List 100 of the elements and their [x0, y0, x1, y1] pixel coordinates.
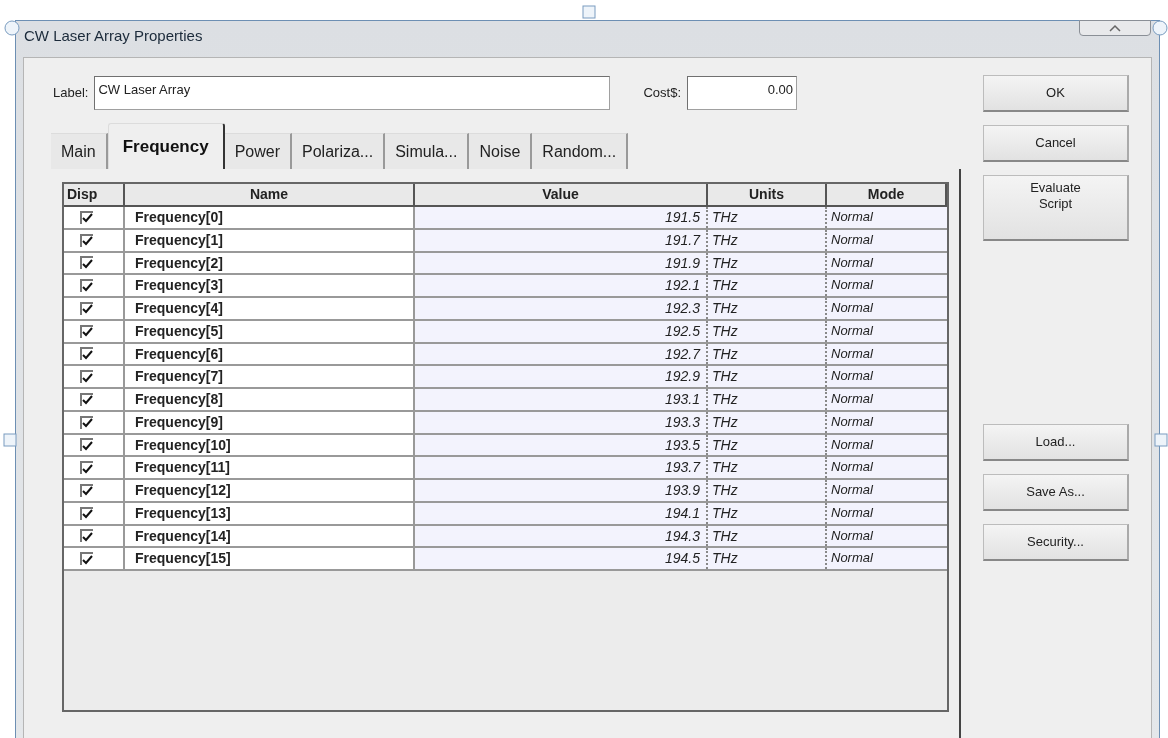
table-cell: Frequency[8]: [125, 389, 415, 410]
table-cell: THz: [708, 229, 827, 251]
table-cell: Normal: [827, 366, 947, 387]
tab[interactable]: Main: [51, 133, 108, 169]
table-cell: Frequency[13]: [125, 502, 415, 524]
table-cell: THz: [708, 343, 827, 365]
table-cell: THz: [708, 548, 827, 569]
table-cell: 192.7: [415, 343, 708, 365]
table-cell: 194.5: [415, 548, 708, 569]
table-cell: THz: [708, 207, 827, 228]
tab[interactable]: Power: [224, 133, 293, 169]
table-cell: THz: [708, 366, 827, 387]
table-cell: Normal: [827, 525, 947, 547]
checkbox[interactable]: [80, 347, 93, 361]
checkbox[interactable]: [80, 552, 93, 566]
table-cell: THz: [708, 275, 827, 296]
table-cell: THz: [708, 502, 827, 524]
checkbox[interactable]: [80, 438, 93, 452]
table-cell: Frequency[12]: [125, 480, 415, 501]
checkbox[interactable]: [80, 483, 93, 497]
table-cell: Frequency[3]: [125, 275, 415, 296]
checkbox[interactable]: [80, 301, 93, 315]
table-cell: 194.1: [415, 502, 708, 524]
selection-handle-icon: [582, 5, 596, 19]
table-cell: THz: [708, 252, 827, 274]
table-cell: Frequency[2]: [125, 252, 415, 274]
table-cell: Normal: [827, 411, 947, 433]
table-cell: Frequency[14]: [125, 525, 415, 547]
selection-handle-icon: [1152, 20, 1168, 36]
table-cell: Normal: [827, 457, 947, 478]
table-cell: 192.9: [415, 366, 708, 387]
table-cell: THz: [708, 298, 827, 319]
checkbox[interactable]: [80, 370, 93, 384]
table-cell: THz: [708, 389, 827, 410]
table-cell: Frequency[6]: [125, 343, 415, 365]
table-cell: 192.5: [415, 320, 708, 342]
tab[interactable]: Simula...: [385, 133, 470, 169]
dialog-button[interactable]: Save As...: [983, 474, 1129, 511]
table-cell: Normal: [827, 548, 947, 569]
cost-input-field[interactable]: 0.00: [687, 76, 797, 110]
table-cell: 194.3: [415, 525, 708, 547]
table-cell: Normal: [827, 298, 947, 319]
table-cell: Frequency[7]: [125, 366, 415, 387]
close-icon: [1109, 24, 1121, 32]
checkbox[interactable]: [80, 210, 93, 224]
checkbox[interactable]: [80, 279, 93, 293]
table-cell: 193.3: [415, 411, 708, 433]
table-cell: Normal: [827, 502, 947, 524]
table-cell: Normal: [827, 320, 947, 342]
checkbox[interactable]: [80, 506, 93, 520]
close-button[interactable]: [1079, 20, 1151, 36]
tab[interactable]: Noise: [469, 133, 533, 169]
table-cell: Normal: [827, 252, 947, 274]
table-cell: Normal: [827, 343, 947, 365]
table-cell: THz: [708, 457, 827, 478]
label-caption: Label:: [53, 84, 89, 103]
table-cell: 193.9: [415, 480, 708, 501]
table-cell: Frequency[1]: [125, 229, 415, 251]
table-cell: 193.1: [415, 389, 708, 410]
table-cell: Frequency[10]: [125, 434, 415, 456]
checkbox[interactable]: [80, 256, 93, 270]
table-cell: 192.3: [415, 298, 708, 319]
table-cell: 191.9: [415, 252, 708, 274]
table-cell: Normal: [827, 434, 947, 456]
checkbox[interactable]: [80, 529, 93, 543]
table-cell: Frequency[5]: [125, 320, 415, 342]
window-title: CW Laser Array Properties: [24, 26, 203, 46]
checkbox[interactable]: [80, 233, 93, 247]
checkbox[interactable]: [80, 461, 93, 475]
dialog-button[interactable]: OK: [983, 75, 1129, 112]
selection-handle-icon: [3, 433, 17, 447]
table-cell: THz: [708, 525, 827, 547]
table-cell: 191.5: [415, 207, 708, 228]
dialog-button[interactable]: Load...: [983, 424, 1129, 461]
table-cell: Normal: [827, 275, 947, 296]
table-cell: THz: [708, 320, 827, 342]
checkbox[interactable]: [80, 415, 93, 429]
selection-handle-icon: [1154, 433, 1168, 447]
table-cell: Normal: [827, 229, 947, 251]
table-cell: Normal: [827, 480, 947, 501]
label-input-field[interactable]: CW Laser Array: [94, 76, 611, 110]
dialog-button[interactable]: Cancel: [983, 125, 1129, 162]
selection-handle-icon: [4, 20, 20, 36]
checkbox[interactable]: [80, 392, 93, 406]
cost-caption: Cost$:: [643, 84, 681, 103]
table-cell: Frequency[15]: [125, 548, 415, 569]
dialog-button[interactable]: Evaluate Script: [983, 175, 1129, 241]
table-cell: THz: [708, 434, 827, 456]
table-cell: THz: [708, 411, 827, 433]
table-cell: Frequency[0]: [125, 207, 415, 228]
tab[interactable]: Polariza...: [292, 133, 386, 169]
checkbox[interactable]: [80, 324, 93, 338]
tab[interactable]: Random...: [532, 133, 629, 169]
dialog-button[interactable]: Security...: [983, 524, 1129, 561]
tab[interactable]: Frequency: [107, 123, 225, 169]
table-cell: Normal: [827, 389, 947, 410]
table-cell: 193.7: [415, 457, 708, 478]
table-cell: 193.5: [415, 434, 708, 456]
table-cell: Frequency[11]: [125, 457, 415, 478]
table-cell: THz: [708, 480, 827, 501]
